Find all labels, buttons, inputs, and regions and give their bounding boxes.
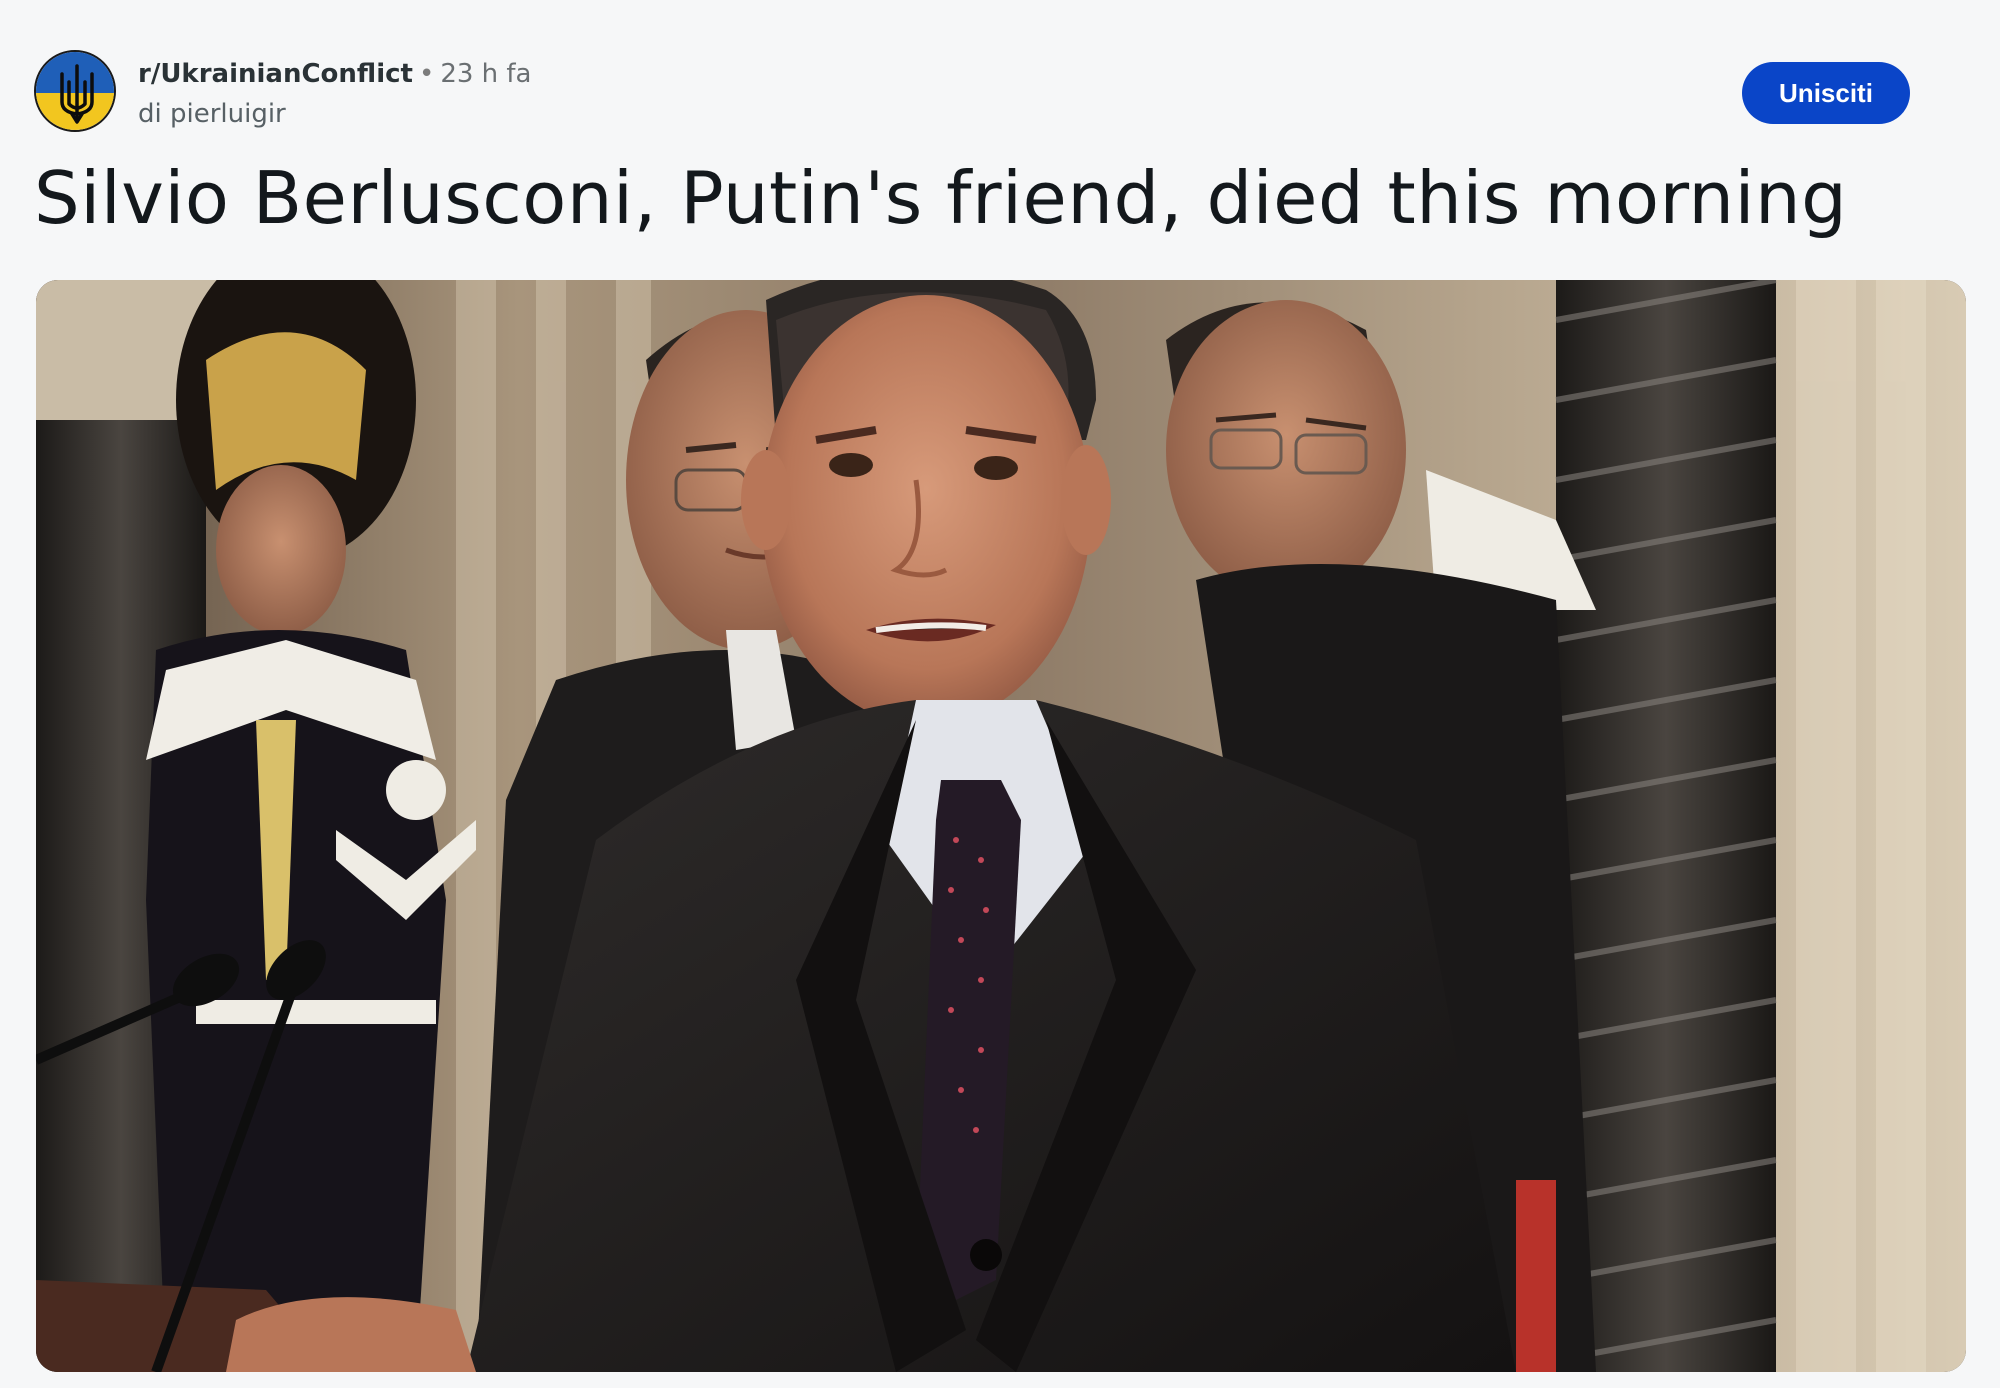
subreddit-avatar[interactable]	[34, 50, 116, 132]
post-image[interactable]	[36, 280, 1966, 1372]
join-button[interactable]: Unisciti	[1742, 62, 1910, 124]
post-meta: r/UkrainianConflict • 23 h fa di pierluigi…	[138, 56, 838, 134]
post-card: r/UkrainianConflict • 23 h fa di pierluigi…	[0, 0, 2000, 1388]
meta-separator: •	[418, 59, 435, 89]
post-title[interactable]: Silvio Berlusconi, Putin's friend, died …	[34, 150, 1954, 246]
post-photo	[36, 280, 1966, 1372]
post-time: 23 h fa	[440, 59, 532, 89]
subreddit-link[interactable]: r/UkrainianConflict	[138, 59, 413, 89]
post-header: r/UkrainianConflict • 23 h fa di pierluigi…	[34, 50, 1940, 140]
post-author[interactable]: di pierluigir	[138, 94, 838, 134]
ukraine-trident-icon	[36, 52, 114, 130]
